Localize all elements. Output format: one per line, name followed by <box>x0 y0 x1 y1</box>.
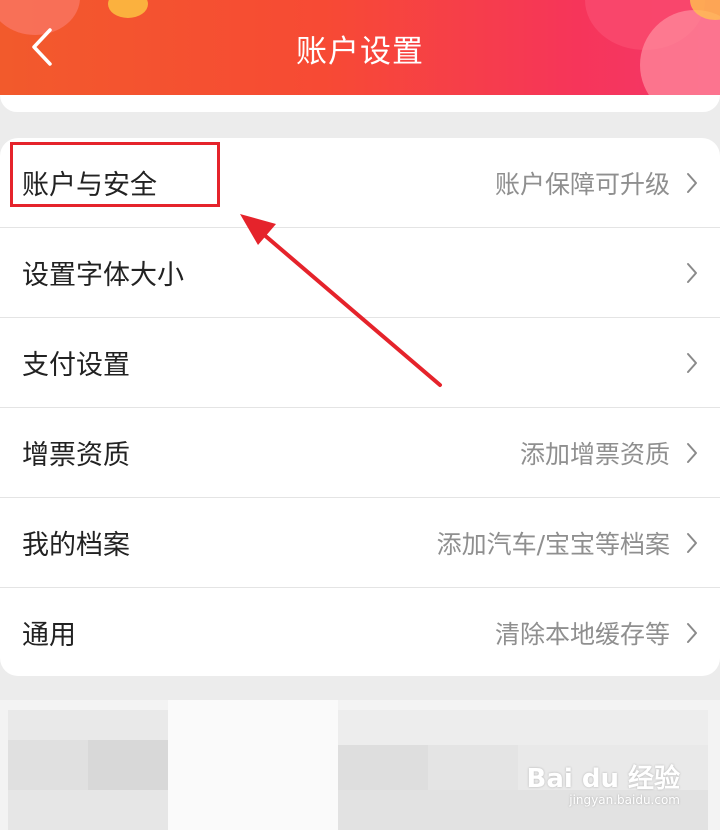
settings-item-value: 账户保障可升级 <box>494 169 670 199</box>
chevron-right-icon <box>687 442 697 463</box>
settings-item-label: 设置字体大小 <box>22 260 184 291</box>
decor-circle <box>108 0 148 18</box>
settings-item-payment[interactable]: 支付设置 <box>0 318 720 408</box>
settings-item-general[interactable]: 通用 清除本地缓存等 <box>0 588 720 676</box>
settings-item-value: 添加增票资质 <box>519 439 670 469</box>
chevron-right-icon <box>687 262 697 283</box>
settings-item-vat-invoice[interactable]: 增票资质 添加增票资质 <box>0 408 720 498</box>
watermark-url: jingyan.baidu.com <box>569 793 680 807</box>
chevron-right-icon <box>687 622 697 643</box>
settings-item-label: 通用 <box>22 620 76 651</box>
settings-item-font-size[interactable]: 设置字体大小 <box>0 228 720 318</box>
page-title: 账户设置 <box>296 34 424 70</box>
previous-card-edge <box>0 95 720 112</box>
settings-item-label: 支付设置 <box>22 350 130 381</box>
settings-item-label: 账户与安全 <box>22 170 157 201</box>
watermark-text: Bai du 经验 <box>526 764 681 794</box>
chevron-right-icon <box>687 172 697 193</box>
settings-item-value: 清除本地缓存等 <box>494 619 670 649</box>
settings-item-value: 添加汽车/宝宝等档案 <box>436 529 670 559</box>
header-bar: 账户设置 <box>0 0 720 95</box>
settings-list: 账户与安全 账户保障可升级 设置字体大小 支付设置 增票资质 添加增票资质 我的… <box>0 138 720 676</box>
chevron-right-icon <box>687 352 697 373</box>
watermark-logo: Bai du 经验 jingyan.baidu.com <box>527 765 681 807</box>
chevron-right-icon <box>687 532 697 553</box>
settings-item-account-security[interactable]: 账户与安全 账户保障可升级 <box>0 138 720 228</box>
settings-item-my-profile[interactable]: 我的档案 添加汽车/宝宝等档案 <box>0 498 720 588</box>
settings-item-label: 增票资质 <box>22 440 130 471</box>
settings-item-label: 我的档案 <box>22 530 130 561</box>
